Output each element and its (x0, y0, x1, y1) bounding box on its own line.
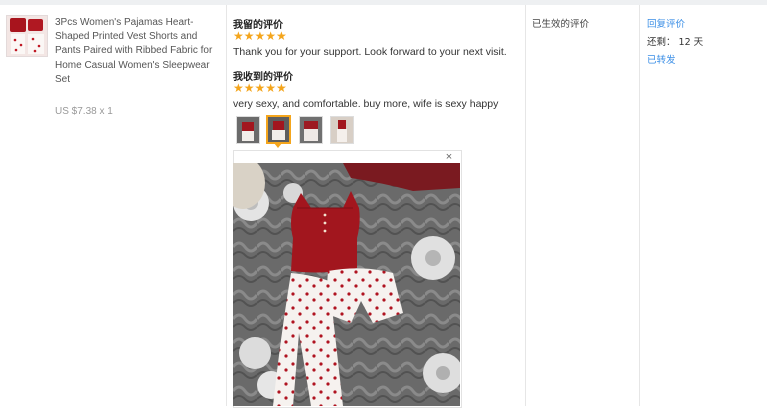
received-review-text: very sexy, and comfortable. buy more, wi… (233, 98, 498, 110)
review-photo-thumb-selected[interactable] (266, 115, 291, 144)
received-review-stars: ★★★★★ (233, 82, 287, 94)
reply-review-link[interactable]: 回复评价 (647, 16, 685, 30)
review-status: 已生效的评价 (532, 16, 589, 30)
column-divider (525, 5, 526, 406)
review-photo-large[interactable] (233, 163, 460, 406)
review-photo-thumb[interactable] (330, 116, 354, 144)
product-thumbnail[interactable] (6, 15, 48, 57)
product-price: US $7.38 x 1 (55, 106, 113, 117)
column-divider (226, 5, 227, 406)
product-title[interactable]: 3Pcs Women's Pajamas Heart-Shaped Printe… (55, 16, 220, 87)
my-review-stars: ★★★★★ (233, 30, 287, 42)
review-photo-thumb[interactable] (236, 116, 260, 144)
days-remaining: 还剩： 12 天 (647, 34, 703, 48)
column-divider (639, 5, 640, 406)
close-icon[interactable]: × (444, 151, 454, 163)
top-bar (0, 0, 767, 5)
my-review-text: Thank you for your support. Look forward… (233, 46, 507, 58)
review-photo-thumb[interactable] (299, 116, 323, 144)
selected-photo-indicator (274, 143, 282, 148)
forwarded-link[interactable]: 已转发 (647, 52, 676, 66)
